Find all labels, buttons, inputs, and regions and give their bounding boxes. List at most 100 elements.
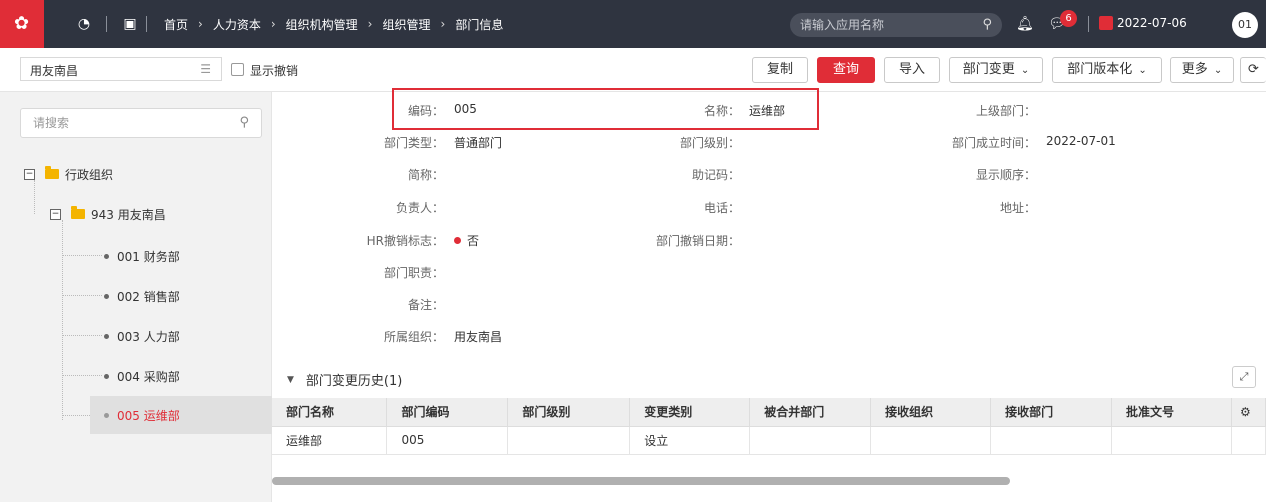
tree-node-label: 004 采购部 <box>117 369 180 384</box>
tree-node-org[interactable]: − 943 用友南昌 <box>50 196 272 232</box>
column-settings-icon[interactable]: ⚙ <box>1231 398 1266 427</box>
more-label: 更多 <box>1181 62 1208 77</box>
column-header[interactable]: 接收组织 <box>870 398 992 427</box>
calendar-icon <box>1099 16 1113 30</box>
founded-value: 2022-07-01 <box>1046 134 1116 148</box>
org-selector[interactable]: 用友南昌 ☰ <box>20 57 222 81</box>
tree-line <box>62 295 102 296</box>
dept-type-value: 普通部门 <box>454 136 503 150</box>
table-cell <box>1231 426 1266 455</box>
breadcrumb-org-structure[interactable]: 组织机构管理 <box>286 16 358 33</box>
tree-search-input[interactable] <box>33 116 223 130</box>
dept-type-label: 部门类型： <box>383 136 444 150</box>
collapse-icon[interactable]: − <box>24 168 35 180</box>
dept-change-dropdown[interactable]: 部门变更 ⌄ <box>949 57 1043 83</box>
breadcrumb-dept-info: 部门信息 <box>455 17 504 32</box>
copy-button[interactable]: 复制 <box>752 57 808 83</box>
dept-change-label: 部门变更 <box>962 62 1015 77</box>
column-header[interactable]: 变更类别 <box>629 398 751 427</box>
history-table: 部门名称 部门编码 部门级别 变更类别 被合并部门 接收组织 接收部门 批准文号… <box>272 398 1266 455</box>
table-cell: 设立 <box>629 426 751 455</box>
table-cell <box>870 426 992 455</box>
address-label: 地址： <box>999 201 1036 215</box>
column-header[interactable]: 接收部门 <box>990 398 1113 427</box>
duty-label: 部门职责： <box>383 266 444 280</box>
column-header[interactable]: 部门编码 <box>386 398 509 427</box>
chevron-down-icon: ⌄ <box>1138 65 1147 76</box>
column-header[interactable]: 被合并部门 <box>749 398 872 427</box>
head-label: 负责人： <box>395 201 444 215</box>
breadcrumb: 首页 › 人力资本 › 组织机构管理 › 组织管理 › 部门信息 <box>164 16 503 32</box>
query-button[interactable]: 查询 <box>817 57 875 83</box>
horizontal-scrollbar[interactable] <box>272 477 1010 485</box>
current-date: 2022-07-06 <box>1117 16 1187 30</box>
app-search-input[interactable] <box>800 16 970 34</box>
tree-node-label: 005 运维部 <box>117 408 180 423</box>
bell-icon[interactable]: 🔔︎ <box>1016 16 1034 32</box>
parent-dept-label: 上级部门： <box>975 104 1036 118</box>
show-revoked-label: 显示撤销 <box>250 64 299 78</box>
table-cell: 运维部 <box>272 426 388 455</box>
short-name-label: 简称： <box>407 168 444 182</box>
search-icon[interactable]: ⚲ <box>982 17 992 32</box>
user-avatar[interactable]: 01 <box>1232 12 1258 38</box>
revoke-date-label: 部门撤销日期： <box>655 234 740 248</box>
breadcrumb-home[interactable]: 首页 <box>164 16 188 33</box>
bullet-icon <box>104 412 109 418</box>
table-cell <box>749 426 872 455</box>
toolbar: 用友南昌 ☰ 显示撤销 复制 查询 导入 部门变更 ⌄ 部门版本化 ⌄ 更多 ⌄ ⟳ <box>0 48 1266 92</box>
tree-node-dept[interactable]: 001 财务部 <box>104 238 272 274</box>
org-selector-value: 用友南昌 <box>30 64 79 78</box>
table-header-row: 部门名称 部门编码 部门级别 变更类别 被合并部门 接收组织 接收部门 批准文号… <box>272 398 1266 427</box>
column-header[interactable]: 批准文号 <box>1111 398 1232 427</box>
expand-icon[interactable]: ⤢ <box>1232 366 1256 388</box>
folder-icon <box>45 166 59 179</box>
building-icon[interactable]: ▣ <box>122 16 138 32</box>
divider <box>1088 16 1089 32</box>
show-revoked-checkbox[interactable] <box>231 63 244 76</box>
tree-node-dept-selected[interactable]: 005 运维部 <box>90 396 272 434</box>
column-header[interactable]: 部门名称 <box>272 398 388 427</box>
chevron-right-icon: › <box>440 17 446 31</box>
table-cell <box>1111 426 1232 455</box>
breadcrumb-hr-capital[interactable]: 人力资本 <box>213 16 261 33</box>
tree-node-root[interactable]: − 行政组织 <box>24 156 272 192</box>
logo-icon: ✿ <box>14 13 30 34</box>
dept-version-label: 部门版本化 <box>1067 62 1133 77</box>
more-dropdown[interactable]: 更多 ⌄ <box>1170 57 1234 83</box>
breadcrumb-org-management[interactable]: 组织管理 <box>382 16 430 33</box>
list-icon[interactable]: ☰ <box>200 62 211 76</box>
chevron-down-icon: ⌄ <box>1213 65 1223 76</box>
tree-node-dept[interactable]: 004 采购部 <box>104 358 272 394</box>
refresh-icon: ⟳ <box>1248 62 1259 77</box>
tree-node-label: 行政组织 <box>65 167 114 182</box>
tree-line <box>62 220 63 420</box>
table-row[interactable]: 运维部 005 设立 <box>272 426 1266 455</box>
refresh-button[interactable]: ⟳ <box>1240 57 1266 83</box>
tree-search-box: ⚲ <box>20 108 262 138</box>
tree-line <box>62 335 102 336</box>
tree-line <box>62 255 102 256</box>
display-order-label: 显示顺序： <box>975 168 1036 182</box>
folder-icon <box>71 206 85 219</box>
clock-icon[interactable]: ◔ <box>76 16 92 32</box>
app-logo[interactable]: ✿ <box>0 0 44 48</box>
history-section-header[interactable]: ▼ 部门变更历史(1) <box>287 370 402 389</box>
phone-label: 电话： <box>703 201 740 215</box>
org-tree-panel: ⚲ − 行政组织 − 943 用友南昌 001 财务部 002 销售部 003 … <box>0 92 272 502</box>
divider <box>146 16 147 32</box>
column-header[interactable]: 部门级别 <box>507 398 631 427</box>
dept-version-dropdown[interactable]: 部门版本化 ⌄ <box>1052 57 1162 83</box>
tree-node-dept[interactable]: 002 销售部 <box>104 278 272 314</box>
collapse-icon[interactable]: − <box>50 208 61 220</box>
tree-node-label: 943 用友南昌 <box>91 207 166 222</box>
import-button[interactable]: 导入 <box>884 57 940 83</box>
org-label: 所属组织： <box>383 330 444 344</box>
tree-node-label: 003 人力部 <box>117 329 180 344</box>
date-display[interactable]: 2022-07-06 <box>1099 16 1187 30</box>
top-nav-bar: ✿ ◔ ▣ 首页 › 人力资本 › 组织机构管理 › 组织管理 › 部门信息 ⚲… <box>0 0 1266 48</box>
table-cell: 005 <box>386 426 509 455</box>
hr-revoke-label: HR撤销标志： <box>366 234 444 248</box>
tree-node-dept[interactable]: 003 人力部 <box>104 318 272 354</box>
search-icon[interactable]: ⚲ <box>239 115 249 130</box>
